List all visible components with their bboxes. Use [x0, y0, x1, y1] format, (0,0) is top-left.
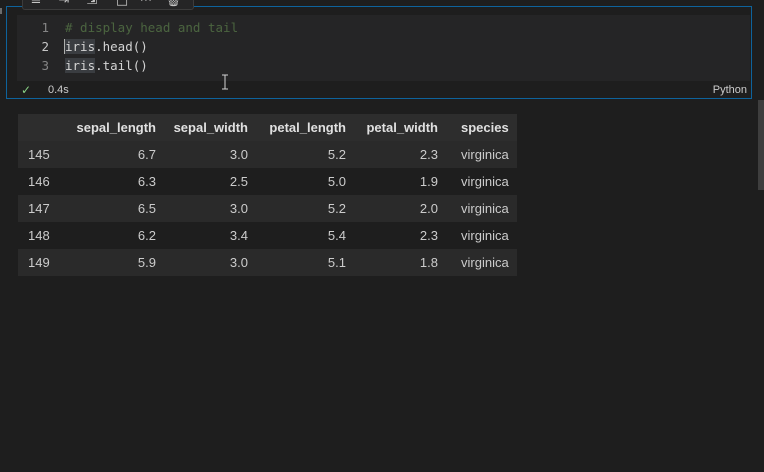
selection-highlight: iris: [65, 39, 96, 54]
table-cell: virginica: [461, 201, 509, 216]
code-line: 3 iris.tail(): [17, 56, 750, 75]
line-number: 3: [41, 58, 49, 73]
text-cursor: [64, 39, 65, 54]
row-index: 148: [28, 228, 50, 243]
table-cell: 3.0: [229, 201, 248, 216]
delete-icon[interactable]: 🗑: [165, 0, 182, 8]
column-header: sepal_width: [173, 120, 248, 135]
column-header: [18, 114, 66, 141]
dataframe-table: sepal_length sepal_width petal_length pe…: [18, 114, 517, 276]
code-editor[interactable]: 1 # display head and tail 2 iris.head() …: [17, 15, 750, 90]
more-icon[interactable]: ⋯: [139, 0, 153, 8]
row-index: 149: [28, 255, 50, 270]
table-cell: 2.3: [419, 147, 438, 162]
notebook-editor: ≡ ⇥ ⇲ □ ⋯ 🗑 1 # display head and tail 2 …: [0, 0, 764, 472]
column-header: species: [460, 120, 509, 135]
code-suffix: .head(): [95, 39, 148, 54]
column-header: petal_width: [366, 120, 438, 135]
table-cell: 5.4: [327, 228, 346, 243]
row-index: 146: [28, 174, 50, 189]
table-cell: 6.5: [137, 201, 156, 216]
table-cell: 5.1: [327, 255, 346, 270]
split-cell-icon[interactable]: ⇲: [85, 0, 99, 8]
scrollbar-thumb[interactable]: [758, 100, 764, 190]
table-cell: 5.0: [327, 174, 346, 189]
table-cell: virginica: [461, 228, 509, 243]
row-index: 147: [28, 201, 50, 216]
table-header-row: sepal_length sepal_width petal_length pe…: [18, 114, 517, 141]
table-cell: 1.9: [419, 174, 438, 189]
table-cell: 3.4: [229, 228, 248, 243]
table-cell: virginica: [461, 255, 509, 270]
cell-output: sepal_length sepal_width petal_length pe…: [18, 114, 517, 276]
table-cell: 6.3: [137, 174, 156, 189]
code-comment: # display head and tail: [65, 20, 239, 35]
row-index: 145: [28, 147, 50, 162]
language-selector[interactable]: Python: [713, 82, 747, 98]
table-cell: 6.2: [137, 228, 156, 243]
ibeam-cursor-icon: [222, 74, 228, 90]
table-cell: virginica: [461, 147, 509, 162]
execute-below-icon[interactable]: ⇥: [57, 0, 71, 8]
cell-status-bar: ✓ 0.4s Python: [7, 82, 751, 98]
table-cell: 2.5: [229, 174, 248, 189]
gutter-marker: [0, 8, 2, 14]
table-cell: 5.9: [137, 255, 156, 270]
table-cell: virginica: [461, 174, 509, 189]
table-row: 145 6.7 3.0 5.2 2.3 virginica: [18, 141, 517, 168]
table-row: 147 6.5 3.0 5.2 2.0 virginica: [18, 195, 517, 222]
cell-toolbar: ≡ ⇥ ⇲ □ ⋯ 🗑: [22, 0, 194, 10]
check-icon: ✓: [21, 83, 32, 97]
execute-above-icon[interactable]: ≡: [29, 0, 43, 8]
execution-time: 0.4s: [48, 84, 69, 96]
table-row: 146 6.3 2.5 5.0 1.9 virginica: [18, 168, 517, 195]
table-cell: 3.0: [229, 147, 248, 162]
line-number: 1: [41, 20, 49, 35]
code-cell[interactable]: 1 # display head and tail 2 iris.head() …: [6, 6, 752, 99]
table-cell: 5.2: [327, 201, 346, 216]
table-cell: 2.3: [419, 228, 438, 243]
copy-icon[interactable]: □: [115, 0, 129, 8]
code-text: iris.tail(): [65, 56, 148, 75]
code-line: 1 # display head and tail: [17, 18, 750, 37]
code-text: iris.head(): [65, 37, 148, 56]
table-row: 149 5.9 3.0 5.1 1.8 virginica: [18, 249, 517, 276]
code-line: 2 iris.head(): [17, 37, 750, 56]
table-cell: 5.2: [327, 147, 346, 162]
table-row: 148 6.2 3.4 5.4 2.3 virginica: [18, 222, 517, 249]
table-cell: 1.8: [419, 255, 438, 270]
column-header: sepal_length: [76, 120, 156, 135]
column-header: petal_length: [269, 120, 346, 135]
table-cell: 2.0: [419, 201, 438, 216]
table-cell: 6.7: [137, 147, 156, 162]
line-number: 2: [41, 39, 49, 54]
code-suffix: .tail(): [95, 58, 148, 73]
table-cell: 3.0: [229, 255, 248, 270]
selection-highlight: iris: [65, 58, 96, 73]
